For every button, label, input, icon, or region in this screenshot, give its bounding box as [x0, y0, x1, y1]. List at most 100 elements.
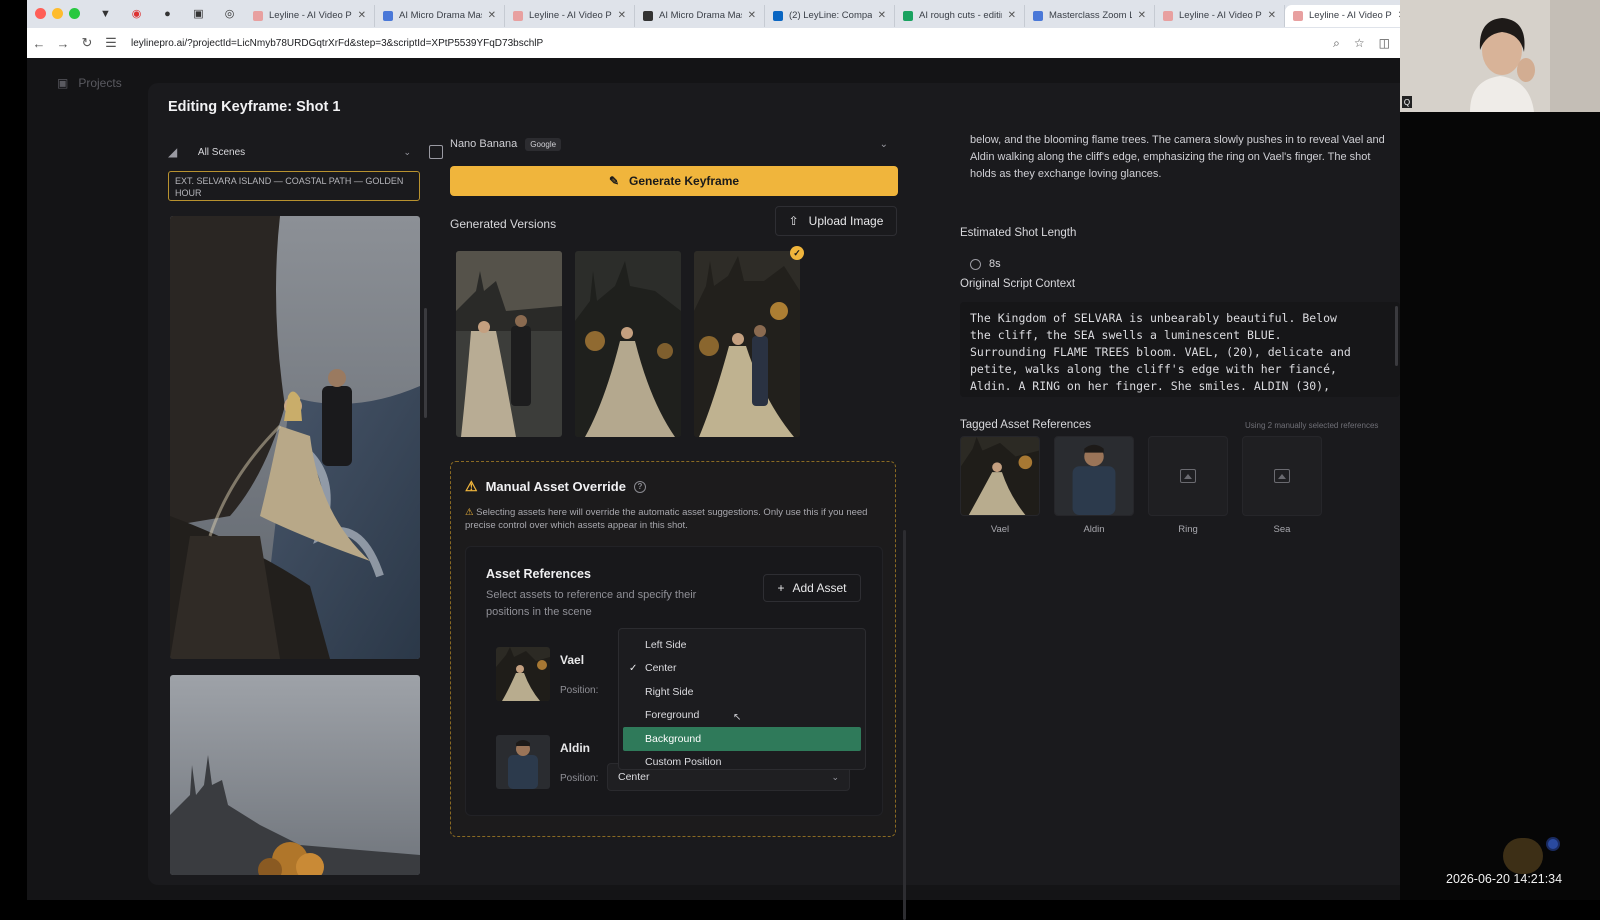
forward-icon[interactable]: →	[51, 36, 75, 51]
position-dropdown-menu: Left Side ✓ Center Right Side Foreground Back…	[618, 628, 866, 770]
left-scrollbar[interactable]	[424, 308, 427, 418]
dropdown-option-label: Left Side	[645, 638, 687, 651]
shot-image-2[interactable]	[170, 675, 420, 875]
sidebar-toggle-icon[interactable]: ◫	[1379, 36, 1390, 51]
url-field[interactable]: leylinepro.ai/?projectId=LicNmyb78URDGqt…	[131, 38, 1333, 49]
dropdown-option[interactable]: Left Side	[619, 633, 865, 657]
shot-description: below, and the blooming flame trees. The…	[970, 134, 1385, 180]
version-thumbnail-selected[interactable]	[694, 251, 800, 437]
tagged-asset-name: Sea	[1273, 524, 1291, 535]
shot-length-value: 8s	[989, 258, 1001, 270]
tagged-assets-note: Using 2 manually selected references	[1245, 421, 1379, 430]
browser-tabs: Leyline - AI Video Pro ✕ AI Micro Drama Ma…	[245, 1, 1415, 27]
warning-icon: ⚠	[465, 507, 474, 518]
site-info-icon[interactable]: ☰	[99, 35, 123, 51]
generated-versions-heading: Generated Versions	[450, 217, 557, 231]
tab-favicon-icon	[1293, 10, 1303, 21]
pinned-tab[interactable]: ▼	[90, 4, 121, 24]
browser-tab[interactable]: (2) LeyLine: Company ✕	[765, 4, 895, 27]
tab-label: Leyline - AI Video Pro	[529, 10, 612, 21]
tab-close-icon[interactable]: ✕	[1138, 10, 1146, 21]
back-icon[interactable]: ←	[27, 36, 51, 51]
scene-filter-select[interactable]: All Scenes ⌄	[190, 139, 419, 165]
tab-close-icon[interactable]: ✕	[748, 10, 756, 21]
tab-favicon-icon	[383, 10, 393, 21]
browser-tab[interactable]: AI rough cuts - editin ✕	[895, 4, 1025, 27]
pinned-tab[interactable]: ◉	[121, 4, 152, 24]
projects-link[interactable]: Projects	[78, 76, 121, 90]
tab-close-icon[interactable]: ✕	[1008, 10, 1016, 21]
maximize-window-button[interactable]	[69, 8, 80, 19]
tab-label: Leyline - AI Video Pro	[1179, 10, 1262, 21]
pinned-tab[interactable]: ◎	[214, 4, 245, 24]
tagged-asset-sea[interactable]: Sea	[1242, 436, 1322, 535]
pinned-tabs: ▼ ◉ ● ▣ ◎	[90, 4, 245, 24]
bookmark-star-icon[interactable]: ☆	[1354, 36, 1365, 51]
recording-timestamp: 2026-06-20 14:21:34	[1446, 872, 1563, 886]
tab-close-icon[interactable]: ✕	[878, 10, 886, 21]
image-placeholder-icon	[1180, 469, 1196, 483]
shot-length-heading: Estimated Shot Length	[960, 227, 1077, 239]
upload-image-label: Upload Image	[808, 214, 884, 228]
tab-favicon-icon	[253, 10, 263, 21]
tagged-asset-ring[interactable]: Ring	[1148, 436, 1228, 535]
model-select[interactable]: Nano Banana Google ⌄	[450, 133, 898, 155]
browser-tab[interactable]: Masterclass Zoom Lin ✕	[1025, 4, 1155, 27]
upload-image-button[interactable]: ⇧ Upload Image	[775, 206, 897, 236]
zoom-icon[interactable]: ⌕	[1333, 36, 1340, 51]
tab-favicon-icon	[773, 10, 783, 21]
notification-dot-icon	[1546, 837, 1560, 851]
tagged-asset-aldin[interactable]: Aldin	[1054, 436, 1134, 535]
scene-filter-row: ◢ All Scenes ⌄	[168, 139, 443, 165]
script-scrollbar[interactable]	[1395, 306, 1398, 366]
upload-icon: ⇧	[788, 214, 799, 228]
browser-tab[interactable]: AI Micro Drama Maste ✕	[375, 4, 505, 27]
dropdown-option[interactable]: ✓ Center	[619, 657, 865, 681]
warning-icon: ⚠	[465, 478, 478, 494]
window-controls	[35, 8, 80, 19]
override-title: Manual Asset Override	[485, 479, 626, 494]
tab-favicon-icon	[643, 10, 653, 21]
chat-fab-button[interactable]	[1503, 838, 1543, 874]
browser-tab[interactable]: AI Micro Drama Maste ✕	[635, 4, 765, 27]
screen: ▼ ◉ ● ▣ ◎ Leyline - AI Video Pro ✕ AI Micr…	[0, 0, 1600, 920]
tab-close-icon[interactable]: ✕	[358, 10, 366, 21]
version-thumbnail[interactable]	[456, 251, 562, 437]
browser-tab[interactable]: Leyline - AI Video Pro ✕	[1155, 4, 1285, 27]
filter-icon: ◢	[168, 145, 178, 159]
tab-close-icon[interactable]: ✕	[1268, 10, 1276, 21]
minimize-window-button[interactable]	[52, 8, 63, 19]
projects-icon[interactable]: ▣	[57, 76, 68, 90]
help-icon[interactable]: ?	[633, 480, 646, 493]
tagged-asset-name: Vael	[990, 524, 1010, 535]
generate-keyframe-button[interactable]: ✎ Generate Keyframe	[450, 166, 898, 196]
pinned-tab[interactable]: ●	[152, 4, 183, 24]
tab-close-icon[interactable]: ✕	[488, 10, 496, 21]
middle-scrollbar[interactable]	[903, 530, 906, 920]
side-letterbox	[1400, 112, 1600, 900]
shot-image-1[interactable]	[170, 216, 420, 659]
browser-tab[interactable]: Leyline - AI Video Pr✕	[1285, 4, 1415, 27]
scene-heading[interactable]: EXT. SELVARA ISLAND — COASTAL PATH — GOL…	[168, 171, 420, 201]
tab-label: Leyline - AI Video Pr	[1309, 10, 1392, 21]
dropdown-option[interactable]: Background	[623, 727, 861, 751]
reload-icon[interactable]: ↻	[75, 35, 99, 51]
tagged-asset-name: Aldin	[1083, 524, 1105, 535]
address-bar: ← → ↻ ☰ leylinepro.ai/?projectId=LicNmyb…	[27, 28, 1400, 58]
tab-close-icon[interactable]: ✕	[618, 10, 626, 21]
browser-tab[interactable]: Leyline - AI Video Pro ✕	[505, 4, 635, 27]
tagged-asset-vael[interactable]: Vael	[960, 436, 1040, 535]
layout-toggle-icon[interactable]	[429, 145, 443, 159]
dropdown-option[interactable]: Foreground	[619, 704, 865, 728]
selected-check-icon: ✓	[790, 246, 804, 260]
version-thumbnail[interactable]	[575, 251, 681, 437]
asset-image	[1055, 437, 1133, 515]
pinned-tab[interactable]: ▣	[183, 4, 214, 24]
tagged-assets: Vael Aldin Ring Sea	[960, 436, 1322, 535]
browser-tab[interactable]: Leyline - AI Video Pro ✕	[245, 4, 375, 27]
chevron-down-icon: ⌄	[879, 138, 888, 150]
add-asset-button[interactable]: + Add Asset	[763, 574, 861, 602]
dropdown-option[interactable]: Right Side	[619, 680, 865, 704]
close-window-button[interactable]	[35, 8, 46, 19]
dropdown-option[interactable]: Custom Position	[619, 751, 865, 775]
